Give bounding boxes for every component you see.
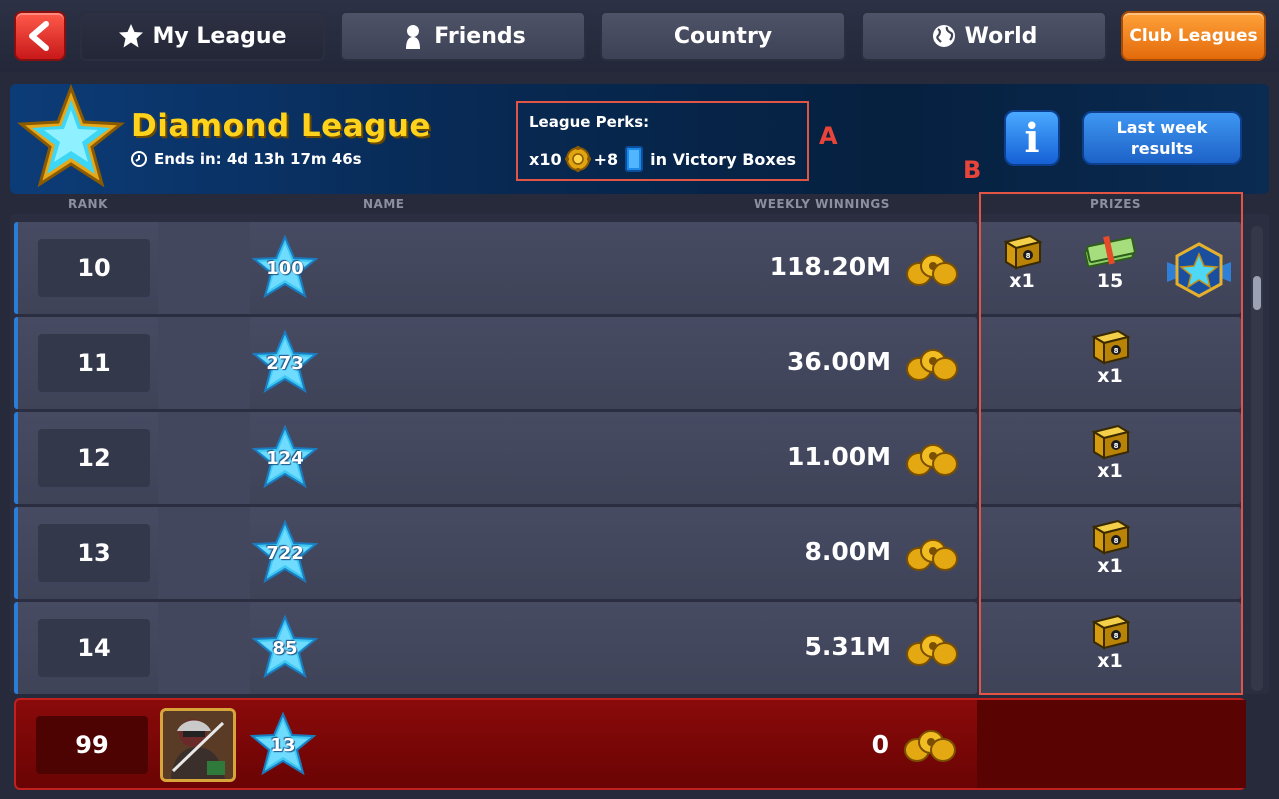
- coin-stack-icon: [906, 349, 958, 381]
- perks-multiplier: x10: [529, 149, 562, 169]
- coin-stack-icon: [906, 634, 958, 666]
- weekly-winnings-value: 11.00M: [787, 442, 891, 471]
- info-button[interactable]: i: [1004, 110, 1060, 166]
- coin-stack-icon: [906, 539, 958, 571]
- league-countdown: Ends in: 4d 13h 17m 46s: [131, 150, 362, 168]
- tab-my-league[interactable]: My League: [80, 11, 325, 61]
- rank-cell: 10: [38, 239, 150, 297]
- league-title: Diamond League: [131, 108, 431, 144]
- leaderboard-row[interactable]: 11 273 36.00M: [14, 317, 977, 409]
- tab-my-league-label: My League: [152, 23, 287, 49]
- avatar-slot: [158, 507, 250, 599]
- tab-club-leagues-label: Club Leagues: [1129, 26, 1258, 46]
- perks-bonus: +8: [593, 149, 619, 169]
- my-leaderboard-row[interactable]: 99 13 0: [14, 698, 1246, 790]
- tab-friends-label: Friends: [434, 23, 526, 49]
- last-week-results-button[interactable]: Last week results: [1082, 111, 1242, 165]
- rank-cell: 12: [38, 429, 150, 487]
- star-icon: [119, 24, 144, 48]
- person-silhouette-icon: [406, 25, 421, 49]
- level-number: 273: [266, 353, 304, 374]
- player-avatar[interactable]: [160, 708, 236, 782]
- coin-stack-icon: [904, 730, 956, 762]
- weekly-winnings-value: 36.00M: [787, 347, 891, 376]
- countdown-text: Ends in: 4d 13h 17m 46s: [154, 150, 362, 168]
- level-number: 722: [266, 543, 304, 564]
- level-number: 124: [266, 448, 304, 469]
- leaderboard-row[interactable]: 10 100 118.20M: [14, 222, 977, 314]
- scrollbar-thumb[interactable]: [1253, 276, 1261, 310]
- tab-country-label: Country: [673, 23, 773, 49]
- column-header-rank: RANK: [68, 197, 108, 211]
- league-banner: Diamond League Ends in: 4d 13h 17m 46s L…: [10, 84, 1269, 194]
- coin-stack-icon: [906, 444, 958, 476]
- clock-icon: [131, 151, 147, 167]
- my-prize-cell: [977, 700, 1246, 788]
- weekly-winnings-value: 8.00M: [804, 537, 891, 566]
- tab-friends[interactable]: Friends: [340, 11, 586, 61]
- leaderboard-row[interactable]: 13 722 8.00M: [14, 507, 977, 599]
- avatar-slot: [158, 222, 250, 314]
- leaderboard-row[interactable]: 14 85 5.31M: [14, 602, 977, 694]
- level-number: 85: [272, 638, 298, 659]
- player-avatar-image: [163, 711, 233, 779]
- my-weekly-winnings-value: 0: [871, 730, 889, 759]
- my-rank-cell: 99: [36, 716, 148, 774]
- level-number: 13: [270, 735, 296, 756]
- tab-world[interactable]: World: [861, 11, 1107, 61]
- rank-cell: 11: [38, 334, 150, 392]
- rank-cell: 14: [38, 619, 150, 677]
- avatar-slot: [158, 317, 250, 409]
- diamond-league-star-badge: [16, 84, 126, 188]
- annotation-label-a: A: [819, 122, 838, 150]
- perks-suffix: in Victory Boxes: [650, 149, 797, 169]
- leaderboard-row[interactable]: 12 124 11.00M: [14, 412, 977, 504]
- league-perks-box: League Perks: x10 +8 in Victory Boxes: [516, 101, 809, 181]
- prizes-annotation-box: [979, 192, 1243, 695]
- avatar-slot: [158, 412, 250, 504]
- tab-country[interactable]: Country: [600, 11, 846, 61]
- perks-line: x10 +8 in Victory Boxes: [529, 145, 796, 173]
- tab-club-leagues[interactable]: Club Leagues: [1121, 11, 1266, 61]
- annotation-label-b: B: [963, 156, 982, 184]
- weekly-winnings-value: 118.20M: [769, 252, 891, 281]
- column-header-weekly-winnings: WEEKLY WINNINGS: [754, 197, 890, 211]
- avatar-slot: [158, 602, 250, 694]
- perks-title: League Perks:: [529, 113, 650, 131]
- level-number: 100: [266, 258, 304, 279]
- blue-card-icon: [625, 146, 644, 172]
- chevron-left-icon: [29, 21, 49, 51]
- globe-icon: [932, 25, 955, 47]
- column-header-name: NAME: [363, 197, 405, 211]
- info-icon: i: [1024, 114, 1040, 162]
- coin-stack-icon: [906, 254, 958, 286]
- gold-gear-icon: [564, 146, 591, 172]
- rank-cell: 13: [38, 524, 150, 582]
- tab-world-label: World: [964, 23, 1038, 49]
- last-week-results-label: Last week results: [1116, 118, 1208, 158]
- weekly-winnings-value: 5.31M: [804, 632, 891, 661]
- back-button[interactable]: [14, 11, 66, 61]
- top-navigation: My League Friends Country World Club Lea…: [0, 0, 1279, 72]
